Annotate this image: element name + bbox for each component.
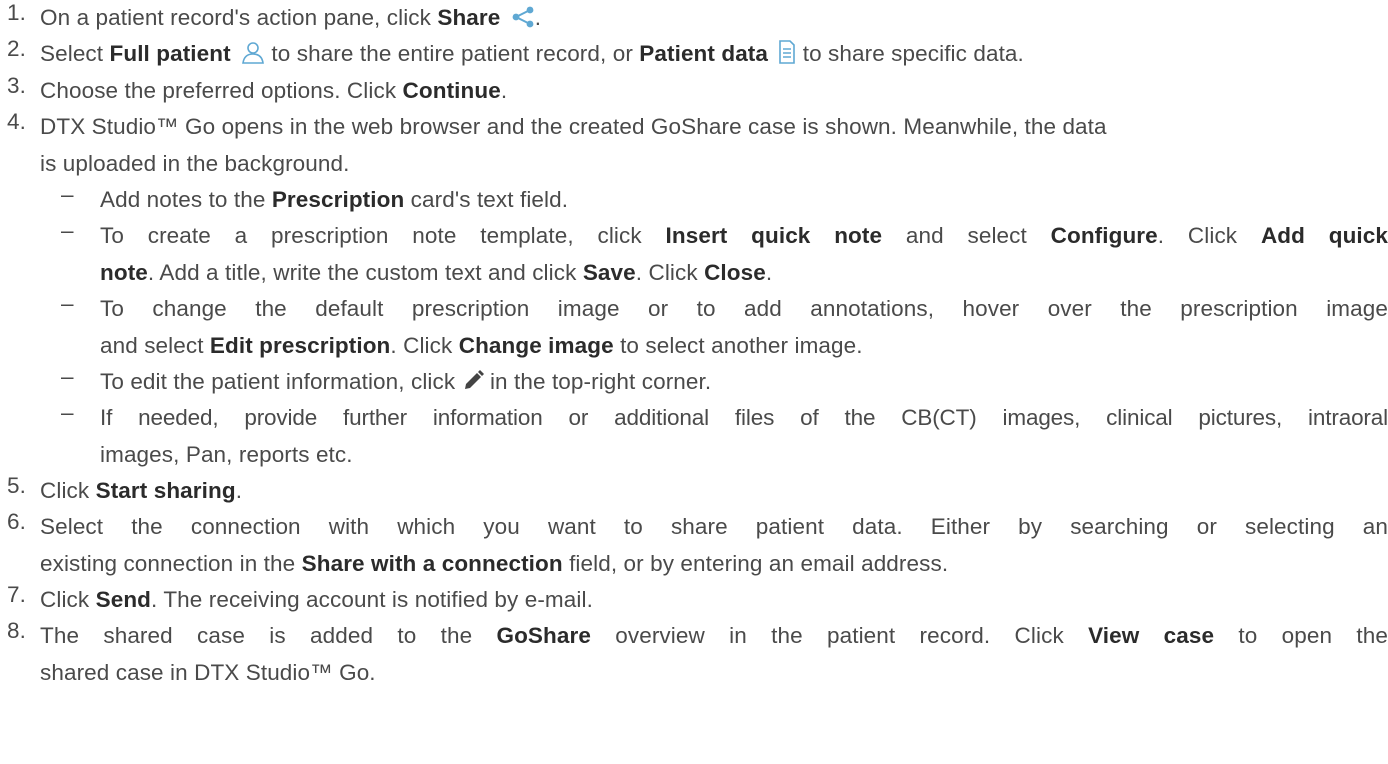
step-text: Click Send. The receiving account is not… [40, 587, 593, 612]
step-text: DTX Studio™ Go opens in the web browser … [40, 114, 1107, 176]
step-number: 1. [7, 0, 26, 25]
person-outline-icon [242, 42, 264, 64]
dash-bullet: – [61, 218, 74, 243]
dash-bullet: – [61, 291, 74, 316]
step-number: 2. [7, 36, 26, 61]
close-label: Close [704, 259, 766, 285]
step-text: Select the connection with which you wan… [40, 514, 1388, 576]
prescription-label: Prescription [271, 187, 405, 212]
step-text: On a patient record's action pane, click… [40, 5, 542, 30]
step-number: 7. [7, 582, 26, 607]
change-image-label: Change image [458, 332, 614, 358]
save-label: Save [582, 259, 636, 285]
share-label: Share [437, 5, 501, 30]
view-case-label: View case [1088, 623, 1215, 648]
edit-prescription-label: Edit prescription [209, 332, 391, 358]
pencil-icon [464, 370, 484, 389]
full-patient-label: Full patient [109, 41, 231, 66]
configure-label: Configure [1050, 223, 1158, 248]
step-text: The shared case is added to the GoShare … [40, 623, 1388, 685]
step-text: Click Start sharing. [40, 478, 243, 503]
patient-data-label: Patient data [639, 41, 769, 66]
step-number: 3. [7, 73, 26, 98]
start-sharing-label: Start sharing [95, 478, 236, 503]
insert-quick-note-label: Insert quick note [665, 223, 883, 248]
step-number: 6. [7, 509, 26, 534]
goshare-label: GoShare [496, 623, 591, 648]
add-quick-note-label: Add quick [1260, 223, 1388, 248]
step-number: 4. [7, 109, 26, 134]
dash-bullet: – [61, 400, 74, 425]
step-text: Choose the preferred options. Click Cont… [40, 78, 508, 103]
share-icon [512, 6, 534, 28]
send-label: Send [95, 587, 152, 612]
document-icon [779, 40, 796, 64]
dash-bullet: – [61, 364, 74, 389]
step-number: 8. [7, 618, 26, 643]
dash-bullet: – [61, 182, 74, 207]
continue-label: Continue [402, 78, 501, 103]
instructions-page: 1. On a patient record's action pane, cl… [0, 0, 1388, 764]
step-number: 5. [7, 473, 26, 498]
share-with-connection-label: Share with a connection [301, 550, 563, 576]
step-text: Select Full patient to share the entire … [40, 40, 1024, 66]
